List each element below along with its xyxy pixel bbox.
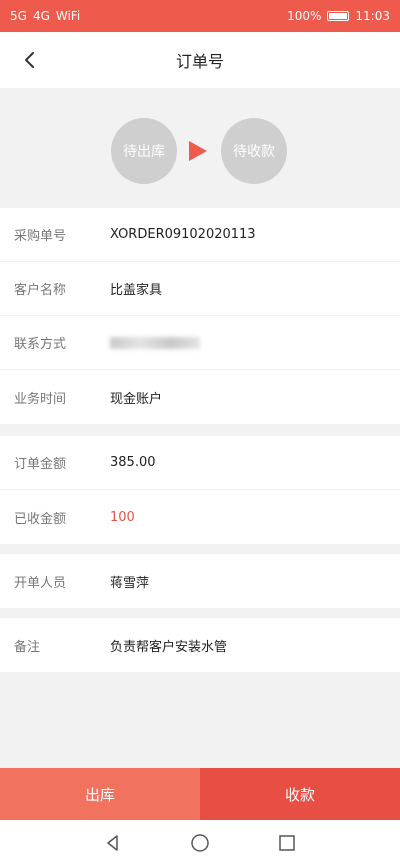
circle-home-icon	[191, 834, 209, 852]
nav-home-button[interactable]	[185, 828, 215, 858]
wifi-icon: WiFi	[55, 9, 81, 23]
status-step-label: 待出库	[123, 144, 165, 160]
info-row-contact: 联系方式	[0, 316, 400, 370]
status-step-pending-shipment: 待出库	[111, 118, 177, 184]
row-label: 订单金额	[14, 457, 67, 472]
amount-row-received: 已收金额 100	[0, 490, 400, 544]
info-row-business-time: 业务时间 现金账户	[0, 370, 400, 424]
row-value: XORDER09102020113	[110, 227, 256, 242]
collect-payment-button[interactable]: 收款	[200, 768, 400, 820]
status-step-pending-payment: 待收款	[221, 118, 287, 184]
row-label: 采购单号	[14, 229, 67, 244]
nav-recent-button[interactable]	[272, 828, 302, 858]
back-button[interactable]	[16, 46, 44, 74]
arrow-right-icon	[189, 141, 207, 161]
info-row-customer: 客户名称 比盖家具	[0, 262, 400, 316]
page-title: 订单号	[175, 52, 224, 71]
row-label: 已收金额	[14, 511, 67, 527]
network-icon-2: 4G	[32, 9, 50, 23]
status-step-label: 待收款	[233, 144, 275, 160]
nav-back-button[interactable]	[98, 828, 128, 858]
amount-section: 订单金额 385.00 已收金额 100	[0, 436, 400, 544]
remark-row: 备注 负责帮客户安装水管	[0, 618, 400, 672]
received-amount-value: 100	[110, 509, 135, 525]
row-value: 385.00	[110, 455, 156, 470]
row-value: 蒋雪萍	[110, 575, 150, 591]
ship-out-button[interactable]: 出库	[0, 768, 200, 820]
status-time: 11:03	[355, 9, 390, 23]
redacted-phone-number	[110, 336, 200, 349]
row-value: 现金账户	[110, 391, 163, 407]
staff-section: 开单人员 蒋雪萍	[0, 554, 400, 608]
row-label: 开单人员	[14, 575, 67, 591]
order-info-section: 采购单号 XORDER09102020113 客户名称 比盖家具 联系方式 业务…	[0, 208, 400, 424]
bottom-action-bar: 出库 收款	[0, 768, 400, 820]
status-icons: 5G 4G WiFi	[10, 9, 80, 23]
row-label: 联系方式	[14, 337, 67, 352]
row-label: 备注	[14, 639, 41, 655]
order-status-flow: 待出库 待收款	[0, 88, 400, 206]
battery-percent: 100%	[287, 9, 322, 23]
system-navigation-bar	[0, 820, 400, 866]
row-label: 业务时间	[14, 391, 67, 407]
network-icon-1: 5G	[10, 9, 27, 23]
row-value: 负责帮客户安装水管	[110, 639, 228, 655]
square-recent-icon	[278, 835, 295, 851]
triangle-back-icon	[107, 835, 119, 851]
info-row-purchase-no: 采购单号 XORDER09102020113	[0, 208, 400, 262]
status-right: 100% 11:03	[287, 9, 390, 23]
battery-icon	[327, 11, 350, 21]
status-bar: 5G 4G WiFi 100% 11:03	[0, 0, 400, 32]
chevron-left-icon	[25, 52, 34, 68]
remark-section: 备注 负责帮客户安装水管	[0, 618, 400, 672]
amount-row-order-total: 订单金额 385.00	[0, 436, 400, 490]
staff-row: 开单人员 蒋雪萍	[0, 554, 400, 608]
row-value: 比盖家具	[110, 283, 163, 298]
row-label: 客户名称	[14, 283, 67, 298]
top-app-bar: 订单号	[0, 32, 400, 88]
